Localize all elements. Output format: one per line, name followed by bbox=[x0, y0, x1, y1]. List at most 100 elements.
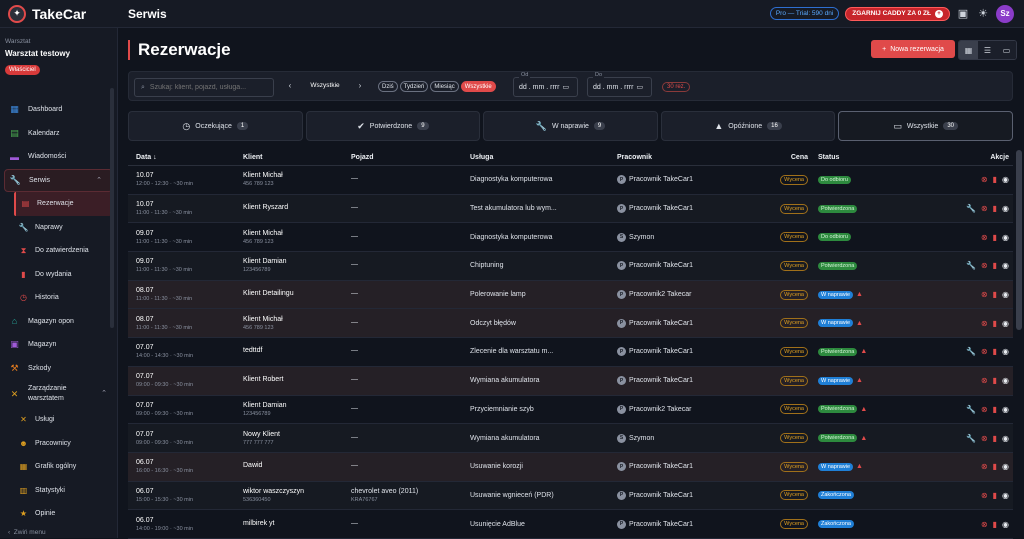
wrench-icon[interactable]: 🔧 bbox=[966, 261, 976, 270]
table-row[interactable]: 07.07 09:00 - 09:30 · ~30 min Klient Damia… bbox=[128, 396, 1013, 425]
eye-icon[interactable]: ◉ bbox=[1002, 491, 1009, 500]
collapse-menu-button[interactable]: ‹ Zwiń menu bbox=[8, 529, 46, 536]
table-row[interactable]: 07.07 09:00 - 09:30 · ~30 min Nowy Klient 7… bbox=[128, 424, 1013, 453]
search-box[interactable]: ⌕ bbox=[134, 78, 274, 97]
eye-icon[interactable]: ◉ bbox=[1002, 233, 1009, 242]
sidebar-item-usługi[interactable]: ✕ Usługi bbox=[0, 408, 117, 432]
eye-icon[interactable]: ◉ bbox=[1002, 434, 1009, 443]
trash-icon[interactable]: ▮ bbox=[993, 175, 997, 184]
chat-icon[interactable]: ▣ bbox=[956, 7, 970, 21]
chip-today[interactable]: Dziś bbox=[378, 81, 398, 92]
eye-icon[interactable]: ◉ bbox=[1002, 319, 1009, 328]
cancel-icon[interactable]: ⊗ bbox=[981, 491, 988, 500]
tab-opóźnione[interactable]: ▲ Opóźnione 16 bbox=[660, 111, 836, 141]
sidebar-item-do-zatwierdzenia[interactable]: ⧗ Do zatwierdzenia bbox=[0, 239, 117, 263]
table-row[interactable]: 08.07 11:00 - 11:30 · ~30 min Klient Micha… bbox=[128, 309, 1013, 339]
sidebar-item-naprawy[interactable]: 🔧 Naprawy bbox=[0, 216, 117, 240]
cancel-icon[interactable]: ⊗ bbox=[981, 233, 988, 242]
sidebar-item-magazyn[interactable]: ▣ Magazyn bbox=[0, 333, 117, 357]
trash-icon[interactable]: ▮ bbox=[993, 290, 997, 299]
eye-icon[interactable]: ◉ bbox=[1002, 290, 1009, 299]
cancel-icon[interactable]: ⊗ bbox=[981, 405, 988, 414]
sidebar-item-rezerwacje[interactable]: ▤ Rezerwacje bbox=[14, 192, 111, 216]
sidebar-item-opinie[interactable]: ★ Opinie bbox=[0, 502, 117, 526]
cancel-icon[interactable]: ⊗ bbox=[981, 319, 988, 328]
trial-badge[interactable]: Pro — Trial: 590 dni bbox=[769, 7, 840, 20]
cancel-icon[interactable]: ⊗ bbox=[981, 261, 988, 270]
workspace-name[interactable]: Warsztat testowy bbox=[0, 45, 117, 58]
table-row[interactable]: 08.07 11:00 - 11:30 · ~30 min Klient Detai… bbox=[128, 280, 1013, 310]
col-date[interactable]: Data ↓ bbox=[128, 154, 243, 161]
sidebar-item-pracownicy[interactable]: ☻ Pracownicy bbox=[0, 432, 117, 456]
sidebar-item-magazyn-opon[interactable]: ⌂ Magazyn opon bbox=[0, 310, 117, 334]
cancel-icon[interactable]: ⊗ bbox=[981, 175, 988, 184]
search-input[interactable] bbox=[149, 84, 260, 91]
table-row[interactable]: 09.07 11:00 - 11:30 · ~30 min Klient Damia… bbox=[128, 252, 1013, 281]
trash-icon[interactable]: ▮ bbox=[993, 491, 997, 500]
table-row[interactable]: 06.07 16:00 - 16:30 · ~30 min Dawid — Usuwan… bbox=[128, 452, 1013, 482]
wrench-icon[interactable]: 🔧 bbox=[966, 204, 976, 213]
table-row[interactable]: 10.07 11:00 - 11:30 · ~30 min Klient Rysza… bbox=[128, 194, 1013, 224]
sidebar-item-dashboard[interactable]: ▦ Dashboard bbox=[0, 98, 117, 122]
trash-icon[interactable]: ▮ bbox=[993, 520, 997, 529]
trash-icon[interactable]: ▮ bbox=[993, 347, 997, 356]
eye-icon[interactable]: ◉ bbox=[1002, 347, 1009, 356]
cancel-icon[interactable]: ⊗ bbox=[981, 290, 988, 299]
table-row[interactable]: 09.07 11:00 - 11:30 · ~30 min Klient Micha… bbox=[128, 223, 1013, 253]
sidebar-item-wiadomości[interactable]: ▬ Wiadomości bbox=[0, 145, 117, 169]
table-row[interactable]: 06.07 15:00 - 15:30 · ~30 min wiktor waszc… bbox=[128, 481, 1013, 511]
trash-icon[interactable]: ▮ bbox=[993, 376, 997, 385]
trash-icon[interactable]: ▮ bbox=[993, 319, 997, 328]
eye-icon[interactable]: ◉ bbox=[1002, 405, 1009, 414]
table-row[interactable]: 06.07 14:00 - 19:00 · ~30 min milbirek yt —… bbox=[128, 510, 1013, 539]
eye-icon[interactable]: ◉ bbox=[1002, 204, 1009, 213]
trash-icon[interactable]: ▮ bbox=[993, 462, 997, 471]
eye-icon[interactable]: ◉ bbox=[1002, 175, 1009, 184]
promo-button[interactable]: ZGARNIJ CADDY ZA 0 ZŁ + bbox=[845, 6, 950, 21]
table-view-icon[interactable]: ▦ bbox=[959, 41, 978, 59]
tab-w-naprawie[interactable]: 🔧 W naprawie 9 bbox=[483, 111, 658, 141]
list-view-icon[interactable]: ☰ bbox=[978, 41, 997, 59]
sidebar-item-grafik-ogólny[interactable]: ▦ Grafik ogólny bbox=[0, 455, 117, 479]
trash-icon[interactable]: ▮ bbox=[993, 233, 997, 242]
cancel-icon[interactable]: ⊗ bbox=[981, 462, 988, 471]
app-logo[interactable]: ✦ TakeCar bbox=[0, 4, 118, 23]
cancel-icon[interactable]: ⊗ bbox=[981, 204, 988, 213]
tab-oczekujące[interactable]: ◷ Oczekujące 1 bbox=[128, 111, 303, 141]
trash-icon[interactable]: ▮ bbox=[993, 261, 997, 270]
trash-icon[interactable]: ▮ bbox=[993, 204, 997, 213]
table-row[interactable]: 07.07 14:00 - 14:30 · ~30 min tedttdf — Zlec… bbox=[128, 338, 1013, 367]
theme-sun-icon[interactable]: ☀ bbox=[976, 7, 990, 21]
wrench-icon[interactable]: 🔧 bbox=[966, 434, 976, 443]
cancel-icon[interactable]: ⊗ bbox=[981, 520, 988, 529]
sidebar-item-kalendarz[interactable]: ▤ Kalendarz bbox=[0, 122, 117, 146]
sidebar-item-statystyki[interactable]: ▥ Statystyki bbox=[0, 479, 117, 503]
chip-all[interactable]: Wszystkie bbox=[460, 81, 496, 92]
table-row[interactable]: 07.07 09:00 - 09:30 · ~30 min Klient Rober… bbox=[128, 366, 1013, 396]
table-row[interactable]: 10.07 12:00 - 12:30 · ~30 min Klient Micha… bbox=[128, 166, 1013, 195]
eye-icon[interactable]: ◉ bbox=[1002, 520, 1009, 529]
cancel-icon[interactable]: ⊗ bbox=[981, 347, 988, 356]
next-range-icon[interactable]: › bbox=[354, 81, 366, 90]
cancel-icon[interactable]: ⊗ bbox=[981, 434, 988, 443]
sidebar-item-zarządzanie-warsztatem[interactable]: ✕ Zarządzanie warsztatem ⌃ bbox=[0, 380, 117, 408]
tab-potwierdzone[interactable]: ✔ Potwierdzone 9 bbox=[305, 111, 481, 141]
new-reservation-button[interactable]: + Nowa rezerwacja bbox=[871, 40, 955, 58]
sidebar-item-historia[interactable]: ◷ Historia bbox=[0, 286, 117, 310]
chip-month[interactable]: Miesiąc bbox=[430, 81, 459, 92]
eye-icon[interactable]: ◉ bbox=[1002, 261, 1009, 270]
trash-icon[interactable]: ▮ bbox=[993, 405, 997, 414]
prev-range-icon[interactable]: ‹ bbox=[284, 81, 296, 90]
trash-icon[interactable]: ▮ bbox=[993, 434, 997, 443]
wrench-icon[interactable]: 🔧 bbox=[966, 347, 976, 356]
chip-week[interactable]: Tydzień bbox=[399, 81, 429, 92]
wrench-icon[interactable]: 🔧 bbox=[966, 405, 976, 414]
date-from-field[interactable]: Od dd . mm . rrrr ▭ bbox=[513, 72, 578, 97]
sidebar-item-do-wydania[interactable]: ▮ Do wydania bbox=[0, 263, 117, 287]
eye-icon[interactable]: ◉ bbox=[1002, 462, 1009, 471]
sidebar-item-szkody[interactable]: ⚒ Szkody bbox=[0, 357, 117, 381]
sidebar-scrollbar[interactable] bbox=[110, 88, 114, 328]
eye-icon[interactable]: ◉ bbox=[1002, 376, 1009, 385]
cancel-icon[interactable]: ⊗ bbox=[981, 376, 988, 385]
page-scrollbar[interactable] bbox=[1016, 150, 1022, 330]
